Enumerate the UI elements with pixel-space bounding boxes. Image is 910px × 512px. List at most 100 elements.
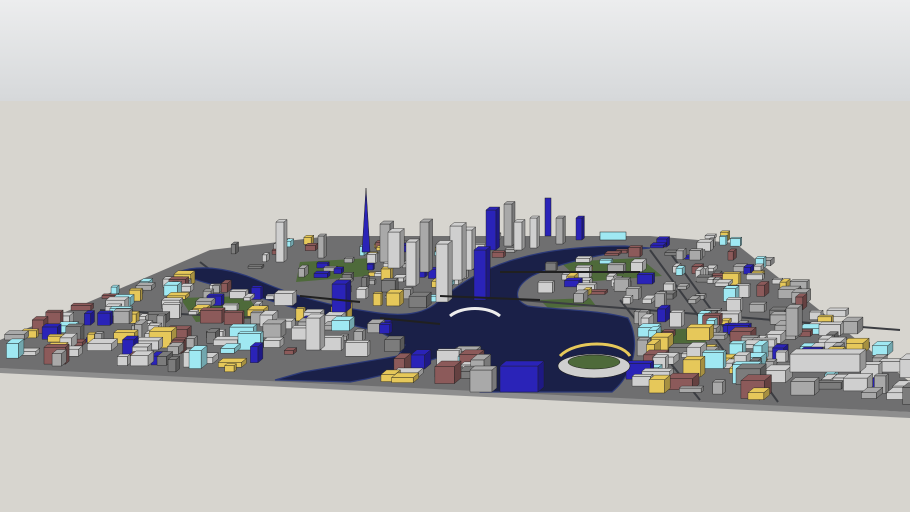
building: [223, 310, 245, 325]
building: [83, 310, 96, 326]
building: [355, 286, 370, 300]
tower: [499, 360, 545, 393]
building: [573, 289, 589, 304]
tower: [529, 215, 540, 249]
tower: [435, 240, 453, 303]
building: [86, 338, 119, 352]
building: [675, 265, 686, 276]
tower: [275, 219, 288, 263]
building: [366, 252, 379, 264]
tower: [555, 215, 566, 245]
glass-building: [599, 231, 627, 241]
building: [110, 284, 120, 296]
building: [304, 242, 319, 252]
building: [636, 272, 656, 285]
building: [410, 349, 432, 370]
tower: [469, 365, 498, 393]
model-viewport[interactable]: [0, 0, 910, 512]
building: [729, 236, 743, 247]
building: [261, 252, 270, 263]
tower: [331, 279, 352, 313]
building: [790, 377, 820, 396]
building: [678, 385, 705, 393]
building: [343, 256, 355, 264]
building: [366, 262, 375, 271]
building: [385, 289, 405, 307]
building: [262, 319, 287, 339]
building: [273, 289, 298, 306]
building: [331, 315, 356, 332]
tower: [419, 218, 434, 273]
building: [726, 296, 744, 312]
building: [70, 302, 95, 311]
building: [263, 336, 285, 348]
building: [230, 241, 240, 255]
building: [179, 283, 195, 293]
building: [575, 255, 593, 263]
tower: [473, 246, 491, 301]
building: [775, 349, 789, 363]
building: [649, 242, 667, 249]
building: [333, 266, 345, 275]
building: [391, 372, 420, 384]
building: [676, 283, 690, 290]
building: [116, 353, 131, 366]
tower: [785, 304, 803, 337]
building: [753, 263, 765, 272]
building: [841, 316, 864, 335]
building: [622, 294, 634, 305]
building: [167, 356, 181, 373]
building: [353, 328, 367, 342]
building: [603, 250, 623, 256]
building: [224, 363, 237, 373]
building: [627, 245, 643, 258]
building: [303, 234, 315, 245]
building: [675, 247, 687, 261]
tower: [387, 228, 405, 269]
building: [129, 350, 155, 367]
tower: [317, 233, 327, 259]
tower: [575, 215, 585, 241]
building: [714, 279, 734, 287]
building: [701, 349, 727, 369]
city-model-scene: [0, 0, 910, 512]
building: [5, 338, 25, 359]
tower: [485, 206, 501, 251]
building: [727, 248, 738, 261]
building: [756, 281, 770, 297]
building: [378, 322, 393, 334]
building: [361, 274, 370, 288]
building: [688, 248, 704, 261]
tower: [503, 201, 516, 247]
tower: [405, 238, 421, 287]
building: [344, 339, 371, 357]
building: [297, 264, 309, 278]
stadium-field: [567, 354, 621, 370]
tower: [305, 313, 326, 351]
building: [669, 309, 686, 328]
tower: [449, 222, 467, 281]
building: [247, 264, 265, 269]
building: [816, 379, 845, 390]
building: [630, 258, 647, 273]
building: [537, 280, 555, 294]
building: [656, 304, 671, 323]
building: [380, 266, 394, 281]
building: [654, 291, 668, 308]
building: [589, 288, 609, 295]
building: [199, 307, 226, 324]
building: [4, 330, 30, 341]
building: [871, 340, 894, 356]
building: [313, 270, 331, 279]
building: [408, 291, 432, 309]
building: [249, 342, 264, 364]
building: [648, 374, 671, 394]
building: [491, 250, 507, 258]
building: [96, 310, 114, 326]
building: [686, 323, 715, 341]
building: [112, 308, 133, 325]
building: [51, 349, 68, 367]
building: [212, 283, 222, 294]
building: [384, 335, 406, 353]
building: [712, 379, 726, 395]
